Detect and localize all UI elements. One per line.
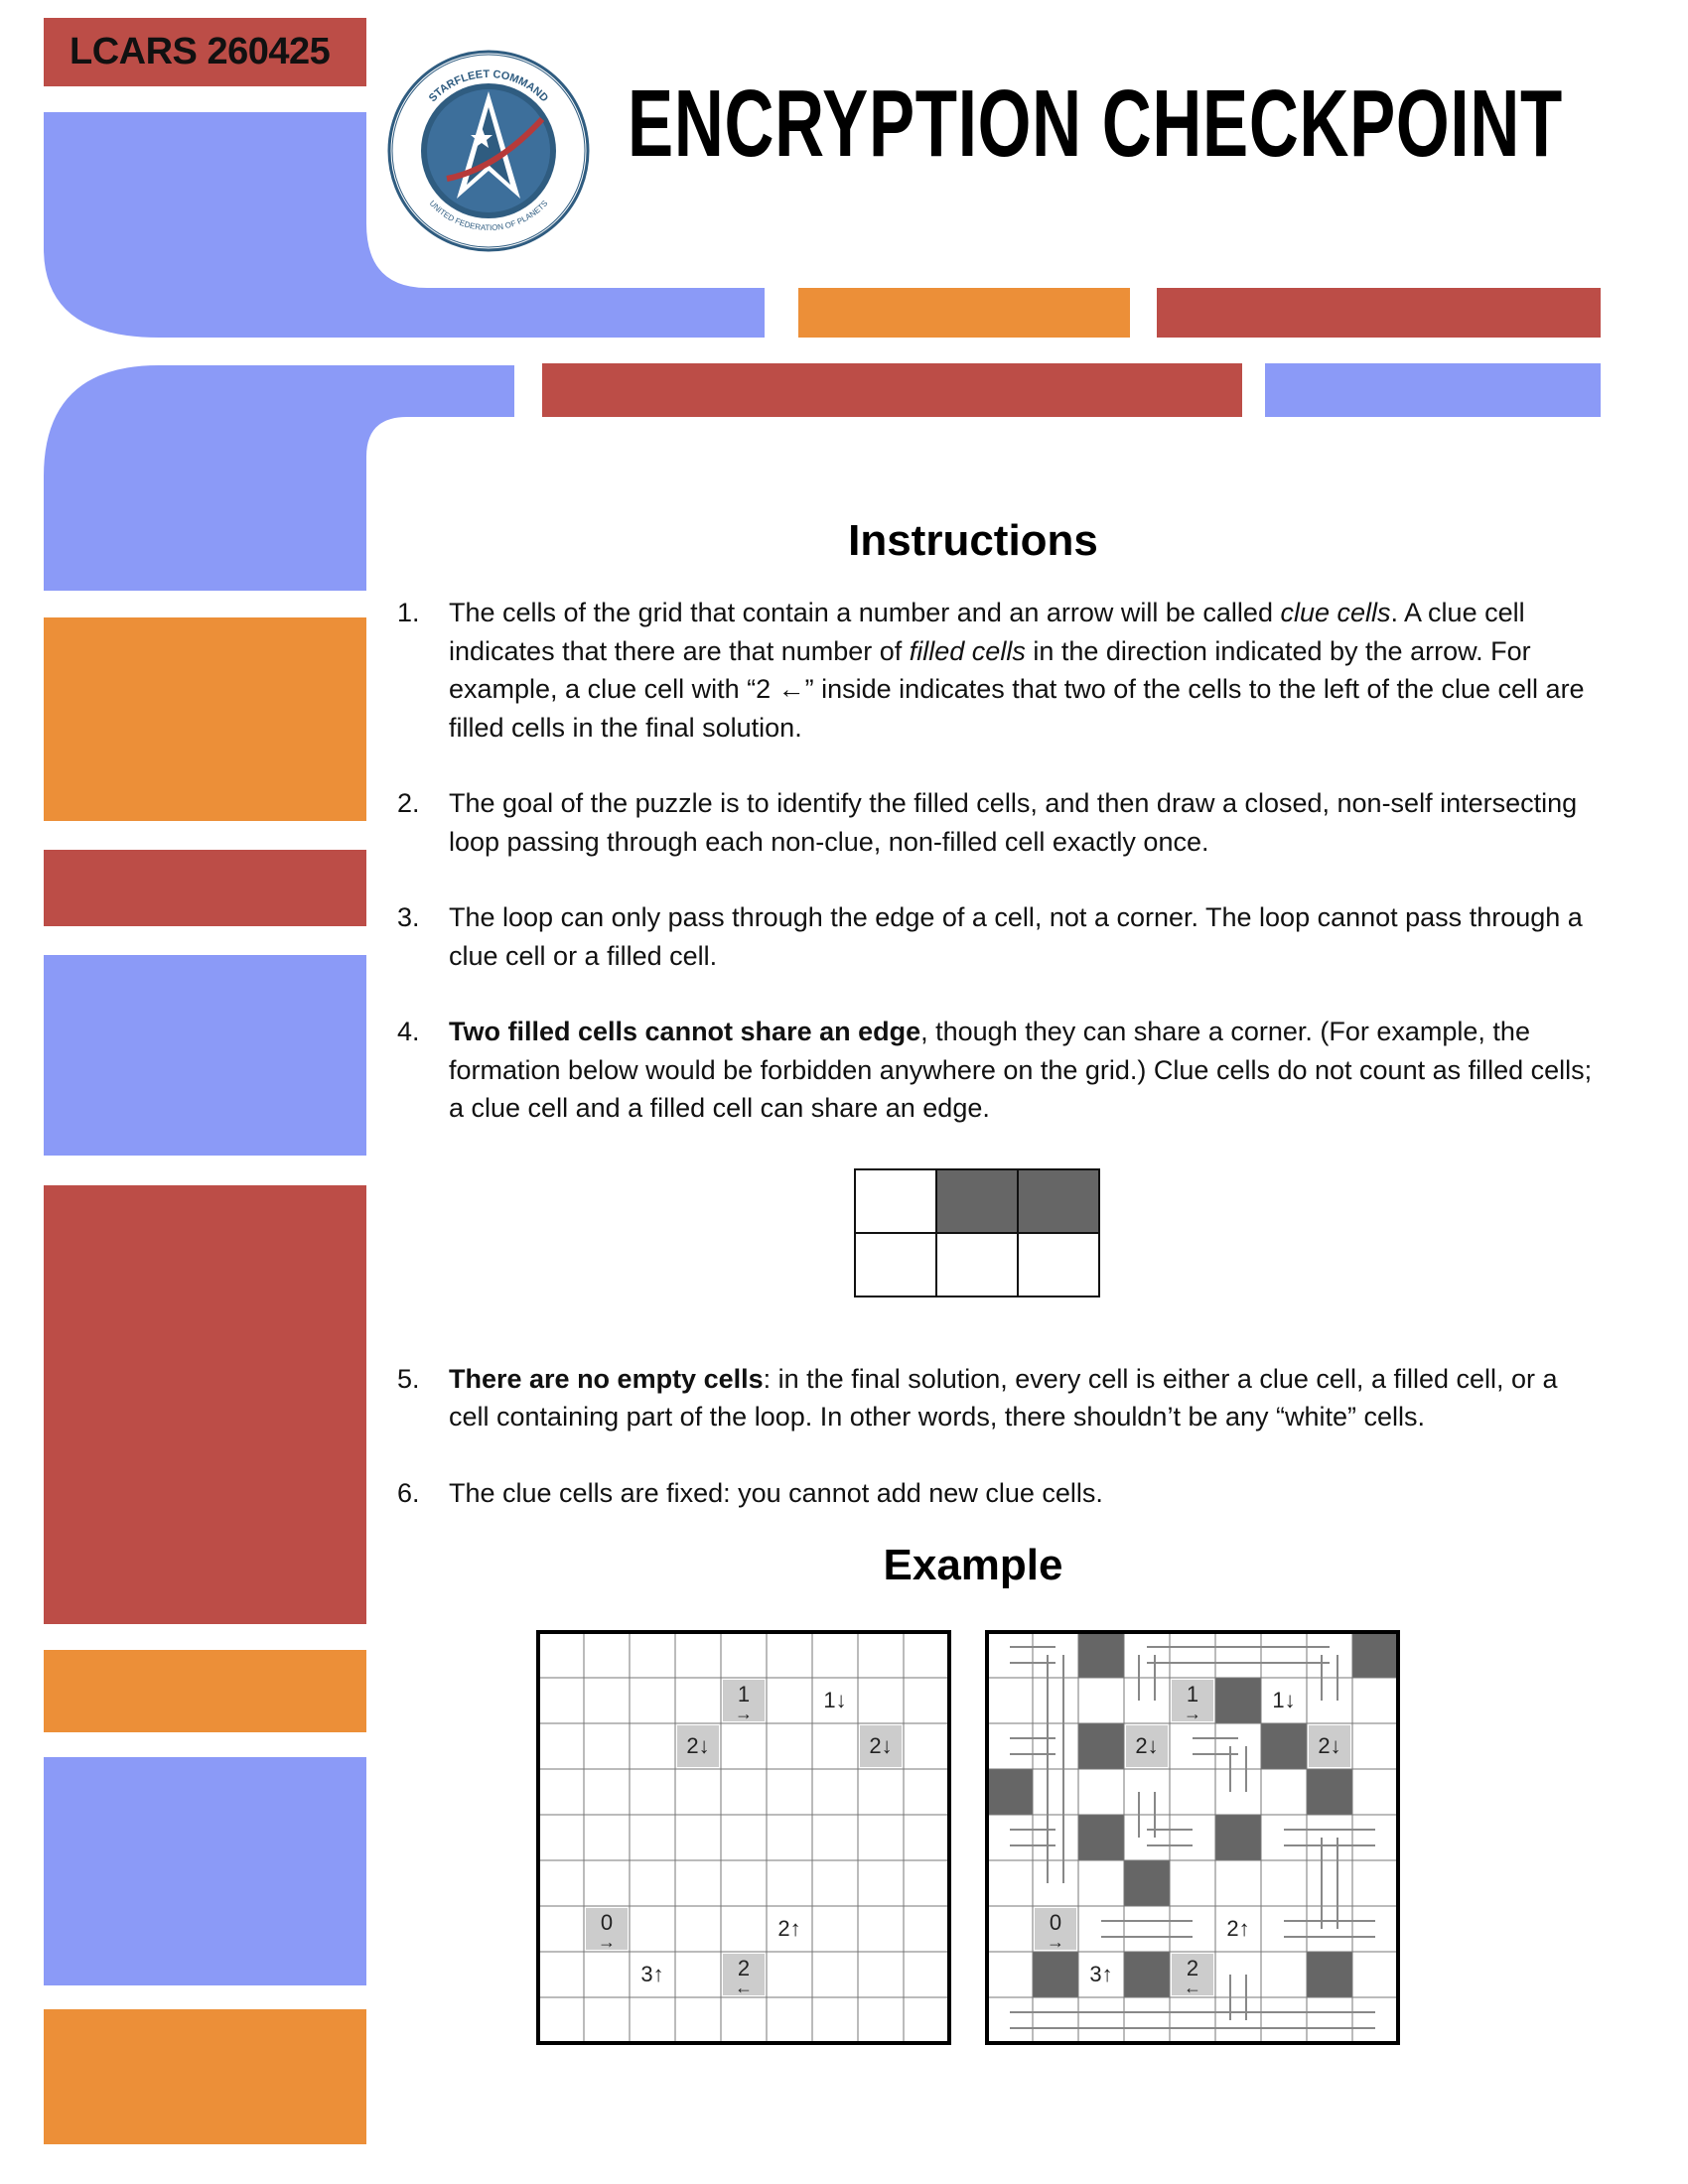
instruction-item-3: 3. The loop can only pass through the ed… bbox=[397, 898, 1599, 975]
lcars-block-red-1 bbox=[44, 850, 366, 926]
forbidden-formation-grid bbox=[854, 1168, 1100, 1297]
lcars-block-orange-3 bbox=[44, 2009, 366, 2144]
instruction-number: 6. bbox=[397, 1477, 420, 1508]
clue-label: 2↓ bbox=[1318, 1733, 1340, 1758]
example-puzzle-grid: 1→1↓2↓ 2↓0→2↑3↑ 2← bbox=[536, 1630, 951, 2045]
instruction-emphasis: Two filled cells cannot share an edge bbox=[449, 1017, 921, 1046]
instruction-text: The goal of the puzzle is to identify th… bbox=[449, 788, 1578, 857]
clue-label: 3↑ bbox=[640, 1962, 663, 1986]
instruction-item-6: 6. The clue cells are fixed: you cannot … bbox=[397, 1474, 1599, 1513]
instruction-item-2: 2. The goal of the puzzle is to identify… bbox=[397, 784, 1599, 861]
formation-filled-cell bbox=[935, 1168, 1019, 1234]
clue-label: 1↓ bbox=[823, 1688, 846, 1712]
filled-cell bbox=[1215, 1815, 1261, 1860]
instruction-number: 3. bbox=[397, 902, 420, 932]
filled-cell bbox=[1352, 1632, 1398, 1678]
instruction-emphasis: There are no empty cells bbox=[449, 1363, 764, 1394]
clue-label: 2↑ bbox=[1226, 1916, 1249, 1941]
clue-arrow: ← bbox=[1184, 1978, 1201, 1997]
lcars-bar-red-second bbox=[542, 363, 1242, 417]
instruction-term: clue cells bbox=[1280, 598, 1391, 627]
formation-row bbox=[854, 1168, 1100, 1234]
clue-label: 3↑ bbox=[1089, 1962, 1112, 1986]
lcars-bar-red-top bbox=[1157, 288, 1601, 338]
formation-filled-cell bbox=[1017, 1168, 1100, 1234]
filled-cell bbox=[1307, 1952, 1352, 1997]
formation-empty-cell bbox=[854, 1168, 937, 1234]
clue-label: 2↓ bbox=[1135, 1733, 1158, 1758]
filled-cell bbox=[1078, 1815, 1124, 1860]
instruction-number: 4. bbox=[397, 1017, 420, 1046]
filled-cell bbox=[1261, 1723, 1307, 1769]
clue-label: 2↓ bbox=[869, 1733, 892, 1758]
filled-cell bbox=[1078, 1723, 1124, 1769]
lcars-block-orange-2 bbox=[44, 1650, 366, 1732]
clue-arrow: → bbox=[735, 1704, 753, 1723]
page-title: ENCRYPTION CHECKPOINT bbox=[628, 70, 1563, 177]
instruction-item-1: 1. The cells of the grid that contain a … bbox=[397, 594, 1599, 747]
filled-cell bbox=[1033, 1952, 1078, 1997]
clue-arrow: → bbox=[598, 1932, 616, 1952]
clue-label: 2↑ bbox=[777, 1916, 800, 1941]
filled-cell bbox=[1307, 1769, 1352, 1815]
example-heading: Example bbox=[883, 1541, 1063, 1589]
lcars-bar-blue-second bbox=[1265, 363, 1601, 417]
formation-empty-cell bbox=[854, 1232, 937, 1297]
instruction-text: The cells of the grid that contain a num… bbox=[449, 598, 1281, 627]
formation-empty-cell bbox=[1017, 1232, 1100, 1297]
lcars-block-red-2 bbox=[44, 1185, 366, 1624]
clue-label: 1↓ bbox=[1272, 1688, 1295, 1712]
lcars-bar-orange-top bbox=[798, 288, 1130, 338]
formation-row bbox=[854, 1232, 1100, 1297]
instruction-number: 1. bbox=[397, 598, 420, 627]
instruction-text: The loop can only pass through the edge … bbox=[449, 902, 1583, 971]
filled-cell bbox=[1215, 1678, 1261, 1723]
instruction-item-4: 4. Two filled cells cannot share an edge… bbox=[397, 1013, 1599, 1128]
instruction-number: 2. bbox=[397, 788, 420, 818]
instructions-list: 1. The cells of the grid that contain a … bbox=[397, 594, 1599, 1512]
lcars-block-blue-1 bbox=[44, 955, 366, 1156]
instruction-term: filled cells bbox=[909, 635, 1026, 666]
filled-cell bbox=[987, 1769, 1033, 1815]
lcars-block-blue-2 bbox=[44, 1757, 366, 1985]
starfleet-emblem: STARFLEET COMMAND UNITED FEDERATION OF P… bbox=[387, 50, 590, 252]
clue-arrow: → bbox=[1047, 1932, 1064, 1952]
filled-cell bbox=[1124, 1860, 1170, 1906]
instruction-number: 5. bbox=[397, 1363, 420, 1394]
filled-cell bbox=[1124, 1952, 1170, 1997]
clue-arrow: ← bbox=[735, 1978, 753, 1997]
instructions-heading: Instructions bbox=[848, 516, 1098, 565]
instruction-text: The clue cells are fixed: you cannot add… bbox=[449, 1477, 1103, 1508]
clue-label: 2↓ bbox=[686, 1733, 709, 1758]
clue-arrow: → bbox=[1184, 1704, 1201, 1723]
filled-cell bbox=[1078, 1632, 1124, 1678]
lcars-block-orange-1 bbox=[44, 617, 366, 821]
instruction-item-5: 5. There are no empty cells: in the fina… bbox=[397, 1360, 1599, 1436]
formation-empty-cell bbox=[935, 1232, 1019, 1297]
example-solution-grid: 1→1↓2↓ 2↓0→2↑3↑ 2← bbox=[985, 1630, 1400, 2045]
